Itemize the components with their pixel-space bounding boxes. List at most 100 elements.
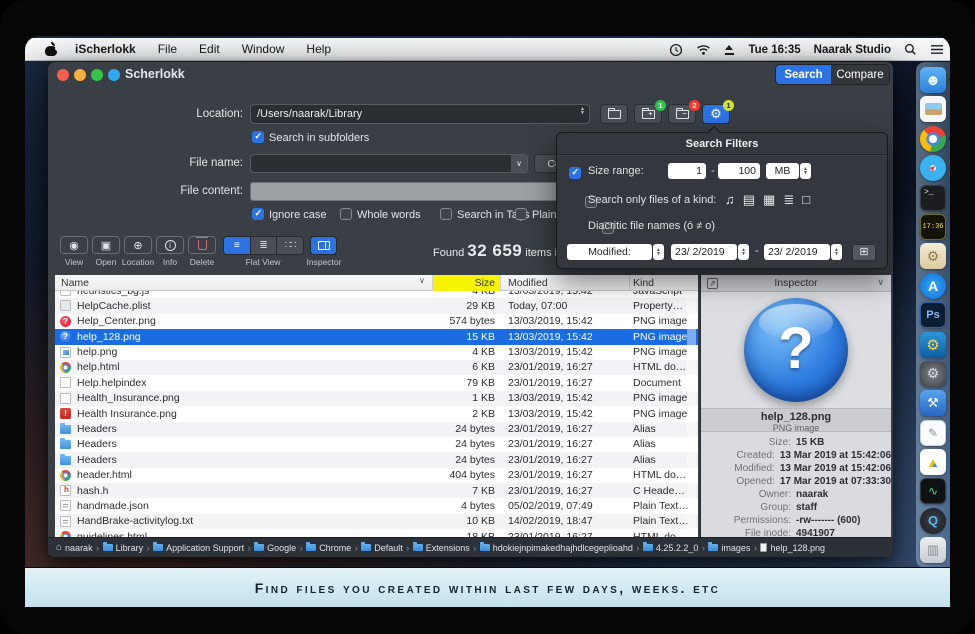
view-button[interactable]: ◉ xyxy=(60,236,88,254)
column-modified[interactable]: Modified xyxy=(508,277,548,289)
checkbox-whole-words[interactable] xyxy=(340,208,352,220)
tab-search[interactable]: Search xyxy=(776,65,831,84)
photoshop-dock-item[interactable] xyxy=(920,302,946,328)
column-name[interactable]: Name xyxy=(61,277,89,289)
date-to-input[interactable]: 23/ 2/2019 xyxy=(764,244,830,260)
checkbox-search-in-tags[interactable] xyxy=(440,208,452,220)
search-filters-button[interactable]: ⚙1 xyxy=(702,104,730,124)
blank-document-icon[interactable]: □ xyxy=(802,192,810,207)
zoom-button[interactable] xyxy=(91,69,103,81)
path-item-application-support[interactable]: Application Support xyxy=(153,543,244,553)
path-item-library[interactable]: Library xyxy=(103,543,144,553)
open-button[interactable]: ▣ xyxy=(92,236,120,254)
size-to-input[interactable]: 100 xyxy=(718,163,760,179)
table-row[interactable]: hash.h7 KB23/01/2019, 16:27C Heade… xyxy=(55,483,698,498)
menu-help[interactable]: Help xyxy=(306,42,331,56)
time-machine-icon[interactable] xyxy=(669,43,683,57)
table-row[interactable]: Health_Insurance.png1 KB13/03/2019, 15:4… xyxy=(55,391,698,406)
table-row[interactable]: guidelines.html18 KB23/01/2019, 16:27HTM… xyxy=(55,529,698,537)
tab-compare[interactable]: Compare xyxy=(831,65,889,84)
subfolders-checkbox[interactable] xyxy=(252,131,264,143)
path-item-chrome[interactable]: Chrome xyxy=(306,543,351,553)
path-item-4-25-2-2-0[interactable]: 4.25.2.2_0 xyxy=(643,543,699,553)
info-button[interactable]: i xyxy=(156,236,184,254)
chrome-dock-item[interactable] xyxy=(920,126,946,152)
table-row[interactable]: handmade.json4 bytes05/02/2019, 07:49Pla… xyxy=(55,498,698,513)
xcode-dock-item[interactable] xyxy=(920,390,946,416)
terminal-dock-item[interactable] xyxy=(920,185,946,211)
finder-dock-item[interactable] xyxy=(920,67,946,93)
checkbox-ignore-case[interactable] xyxy=(252,208,264,220)
table-row[interactable]: Health Insurance.png2 KB13/03/2019, 15:4… xyxy=(55,406,698,421)
menu-file[interactable]: File xyxy=(158,42,177,56)
menu-edit[interactable]: Edit xyxy=(199,42,220,56)
option-whole-words[interactable]: Whole words xyxy=(340,205,421,223)
grid-view-segment[interactable]: ∷∷ xyxy=(277,237,303,254)
google-drive-dock-item[interactable] xyxy=(920,449,946,475)
chevron-down-icon[interactable]: ∨ xyxy=(511,155,527,172)
table-row[interactable]: help_128.png15 KB13/03/2019, 15:42PNG im… xyxy=(55,329,698,344)
date-mode-stepper-icon[interactable]: ▲▼ xyxy=(653,244,664,260)
image-icon[interactable]: ▤ xyxy=(743,192,755,207)
system-preferences-dock-item[interactable] xyxy=(920,361,946,387)
safari-dock-item[interactable] xyxy=(920,155,946,181)
choose-folder-button[interactable] xyxy=(600,104,628,124)
app-store-dock-item[interactable] xyxy=(920,273,946,299)
size-unit-select[interactable]: MB xyxy=(766,163,799,179)
quicktime-dock-item[interactable] xyxy=(920,508,946,534)
column-size[interactable]: Size xyxy=(433,277,495,289)
table-row[interactable]: HandBrake-activitylog.txt10 KB14/02/2019… xyxy=(55,514,698,529)
table-row[interactable]: Headers24 bytes23/01/2019, 16:27Alias xyxy=(55,422,698,437)
path-item-google[interactable]: Google xyxy=(254,543,296,553)
column-kind[interactable]: Kind xyxy=(633,277,654,289)
checkbox-plain[interactable] xyxy=(515,208,527,220)
date-to-stepper-icon[interactable]: ▲▼ xyxy=(831,244,842,260)
table-row[interactable]: Help.helpindex79 KB23/01/2019, 16:27Docu… xyxy=(55,375,698,390)
inspector-toggle-button[interactable] xyxy=(310,236,337,255)
textedit-dock-item[interactable] xyxy=(920,420,946,446)
table-row[interactable]: HelpCache.plist29 KBToday, 07:00Property… xyxy=(55,298,698,313)
menu-user[interactable]: Naarak Studio xyxy=(814,44,891,56)
size-range-checkbox[interactable] xyxy=(569,167,581,179)
movie-icon[interactable]: ▦ xyxy=(763,192,775,207)
path-item-naarak[interactable]: ⌂naarak xyxy=(56,543,93,553)
filename-combo[interactable]: ∨ xyxy=(250,154,528,173)
path-item-hdokiejnpimakedhajhdlcegeplioahd[interactable]: hdokiejnpimakedhajhdlcegeplioahd xyxy=(480,543,633,553)
subfolders-option[interactable]: Search in subfolders xyxy=(252,128,369,146)
clock-widget-dock-item[interactable] xyxy=(920,214,946,240)
path-item-help-128-png[interactable]: help_128.png xyxy=(760,543,825,553)
date-from-input[interactable]: 23/ 2/2019 xyxy=(671,244,737,260)
table-row[interactable]: heuristics_bg.js4 KB13/03/2019, 15:42Jav… xyxy=(55,291,698,298)
table-row[interactable]: help.png4 KB13/03/2019, 15:42PNG image xyxy=(55,345,698,360)
table-row[interactable]: header.html404 bytes23/01/2019, 16:27HTM… xyxy=(55,468,698,483)
minimize-button[interactable] xyxy=(74,69,86,81)
collapse-chevron-icon[interactable]: ∨ xyxy=(877,277,884,288)
table-row[interactable]: Help_Center.png574 bytes13/03/2019, 15:4… xyxy=(55,314,698,329)
calendar-button[interactable]: ⊞ xyxy=(852,244,876,261)
location-stepper-icon[interactable]: ▲▼ xyxy=(580,107,585,115)
wifi-icon[interactable] xyxy=(696,44,711,55)
flat-view-segment[interactable]: ≡ xyxy=(224,237,251,254)
date-mode-select[interactable]: Modified: xyxy=(567,244,652,260)
table-row[interactable]: Headers24 bytes23/01/2019, 16:27Alias xyxy=(55,452,698,467)
path-item-images[interactable]: images xyxy=(708,543,750,553)
sort-chevron-icon[interactable]: ∨ xyxy=(419,276,425,285)
delete-button[interactable] xyxy=(188,236,216,254)
size-unit-stepper-icon[interactable]: ▲▼ xyxy=(800,163,811,179)
option-plain[interactable]: Plain xyxy=(515,205,556,223)
trash-dock-item[interactable] xyxy=(920,537,946,563)
extra-window-button[interactable] xyxy=(108,69,120,81)
path-item-default[interactable]: Default xyxy=(361,543,403,553)
size-from-input[interactable]: 1 xyxy=(668,163,706,179)
path-item-extensions[interactable]: Extensions xyxy=(413,543,470,553)
location-field[interactable]: /Users/naarak/Library ▲▼ xyxy=(250,104,590,124)
activity-monitor-dock-item[interactable] xyxy=(920,478,946,504)
menu-window[interactable]: Window xyxy=(242,42,285,56)
spotlight-search-icon[interactable] xyxy=(904,43,917,56)
gear-utility-dock-item[interactable] xyxy=(920,332,946,358)
tree-view-segment[interactable]: ≣ xyxy=(251,237,278,254)
location-button[interactable]: ⊕ xyxy=(124,236,152,254)
photos-dock-item[interactable] xyxy=(920,96,946,122)
option-ignore-case[interactable]: Ignore case xyxy=(252,205,326,223)
exclude-folder-button[interactable]: −2 xyxy=(668,104,696,124)
